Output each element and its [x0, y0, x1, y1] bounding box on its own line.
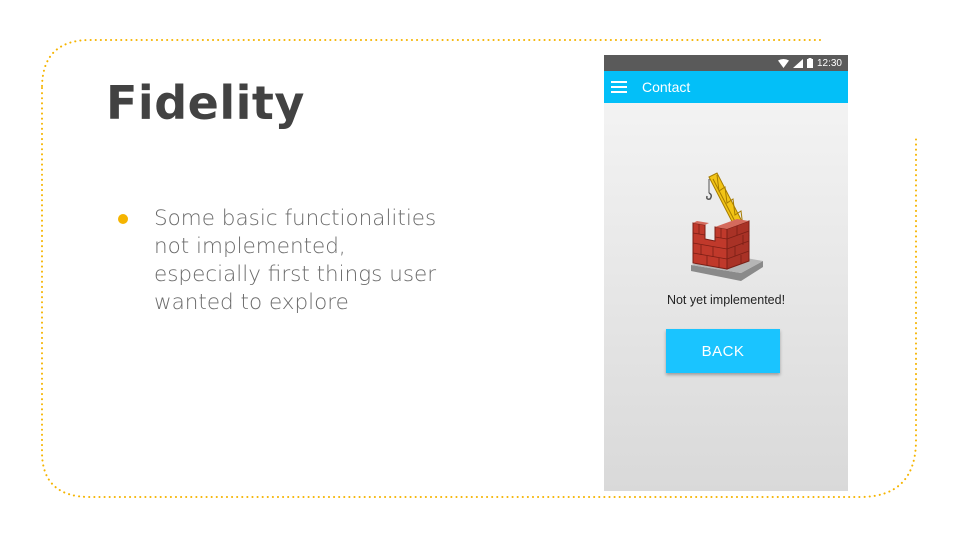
status-time: 12:30 [816, 57, 842, 69]
bullet-list: Some basic functionalities not implement… [118, 205, 458, 317]
bullet-item: Some basic functionalities not implement… [118, 205, 458, 317]
wifi-icon [777, 58, 789, 68]
app-bar-title: Contact [642, 79, 691, 95]
battery-icon [806, 58, 813, 68]
bullet-dot [118, 214, 128, 224]
back-button[interactable]: BACK [666, 329, 780, 373]
signal-icon [792, 58, 803, 68]
app-bar: Contact [604, 71, 848, 103]
phone-screenshot: 12:30 Contact Not yet implemented! BACK [604, 55, 848, 491]
status-bar: 12:30 [604, 55, 848, 71]
bullet-text: Some basic functionalities not implement… [154, 206, 437, 315]
content-area: Not yet implemented! BACK [604, 103, 848, 491]
slide: Fidelity Some basic functionalities not … [0, 0, 960, 540]
under-construction-crane-icon [691, 172, 763, 281]
not-implemented-message: Not yet implemented! [666, 293, 786, 307]
hamburger-menu-icon[interactable] [611, 81, 627, 93]
slide-title: Fidelity [106, 76, 305, 130]
